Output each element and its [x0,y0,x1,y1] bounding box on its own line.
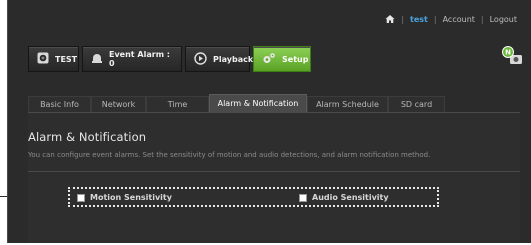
event-alarm-label: Event Alarm : 0 [109,50,171,68]
tab-alarm-schedule[interactable]: Alarm Schedule [307,96,388,112]
motion-sensitivity-checkbox[interactable] [77,193,85,202]
page-description: You can configure event alarms. Set the … [28,151,431,159]
tab-time[interactable]: Time [146,96,209,112]
logout-link[interactable]: Logout [490,15,517,24]
divider [28,171,520,172]
audio-sensitivity-label: Audio Sensitivity [312,193,389,202]
settings-panel: Alarm & Notification You can configure e… [28,113,520,243]
event-alarm-button[interactable]: Event Alarm : 0 [82,46,182,72]
alarm-bell-icon [91,52,103,66]
setup-button[interactable]: Setup [253,46,311,72]
notification-status-icon[interactable]: N [501,46,523,68]
tab-sd-card[interactable]: SD card [388,96,445,112]
setup-label: Setup [282,54,309,64]
gears-icon [262,52,276,67]
audio-sensitivity-option[interactable]: Audio Sensitivity [299,193,389,202]
audio-sensitivity-checkbox[interactable] [299,193,307,202]
tab-alarm-notification[interactable]: Alarm & Notification [209,94,307,112]
motion-sensitivity-option[interactable]: Motion Sensitivity [77,193,172,202]
playback-button[interactable]: Playback [185,46,254,72]
main-nav: TEST Event Alarm : 0 Playback Setup [28,46,311,72]
motion-sensitivity-label: Motion Sensitivity [90,193,172,202]
page-title: Alarm & Notification [28,130,147,144]
camera-button[interactable]: TEST [28,46,79,72]
separator: | [480,14,484,24]
camera-label: TEST [55,54,78,64]
top-links: | test | Account | Logout [385,12,517,26]
badge-letter: N [505,49,511,57]
home-icon[interactable] [385,14,395,24]
playback-label: Playback [213,54,254,64]
tab-basic-info[interactable]: Basic Info [28,96,91,112]
separator: | [401,14,405,24]
separator: | [433,14,437,24]
sensitivity-options: Motion Sensitivity Audio Sensitivity [68,187,439,207]
account-link[interactable]: Account [443,15,475,24]
tab-network[interactable]: Network [91,96,146,112]
play-circle-icon [194,51,207,67]
user-name-link[interactable]: test [410,15,428,24]
camera-icon [37,52,49,66]
settings-tabs: Basic Info Network Time Alarm & Notifica… [28,94,520,113]
app-window: | test | Account | Logout TEST Event Ala… [7,0,531,243]
